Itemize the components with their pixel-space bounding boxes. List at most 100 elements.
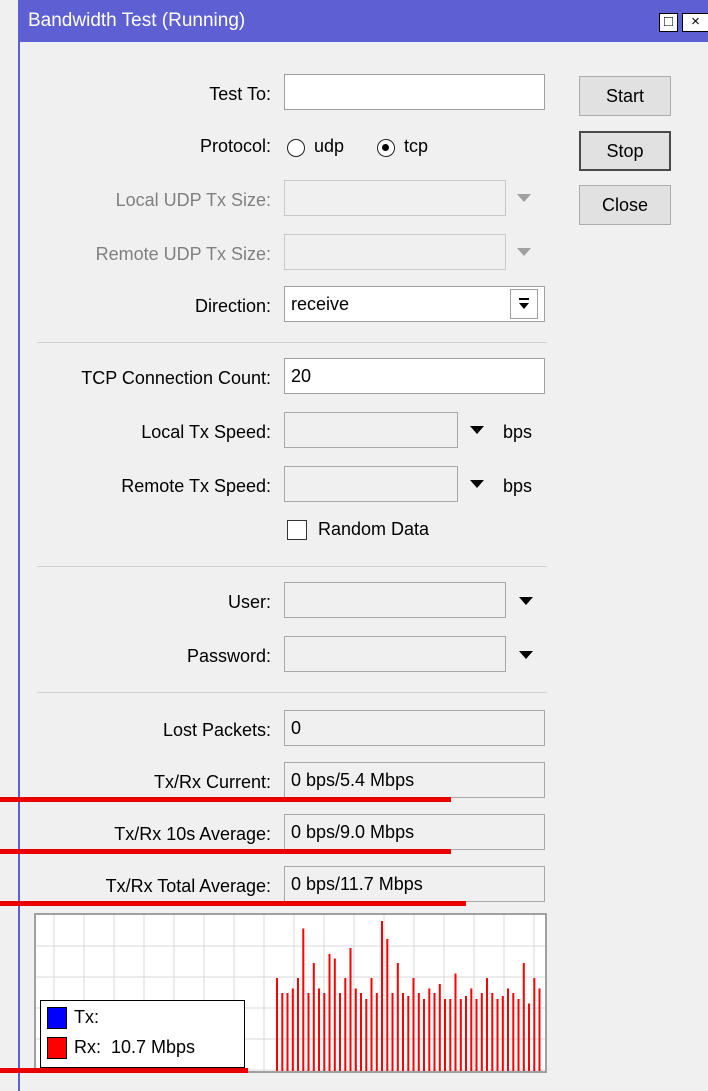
rx-bar [370, 978, 373, 1071]
rx-bar [480, 993, 483, 1071]
rx-bar [375, 993, 378, 1071]
rx-bar [491, 993, 494, 1071]
tx-legend-swatch [47, 1007, 67, 1029]
stop-button[interactable]: Stop [579, 131, 671, 171]
tx-rx-10s-average-label: Tx/Rx 10s Average: [114, 824, 271, 844]
chevron-down-icon [519, 298, 529, 309]
direction-label: Direction: [194, 296, 271, 316]
tx-rx-current-label: Tx/Rx Current: [153, 772, 271, 792]
remote-udp-tx-size-input [284, 234, 506, 270]
lost-packets-label: Lost Packets: [162, 720, 271, 740]
remote-tx-speed-input[interactable] [284, 466, 458, 502]
local-udp-tx-size-label: Local UDP Tx Size: [115, 190, 271, 210]
close-window-icon[interactable]: × [682, 13, 708, 32]
title-bar[interactable]: Bandwidth Test (Running) □ × [18, 0, 708, 42]
remote-udp-tx-size-dropdown-icon [517, 248, 531, 256]
password-dropdown-icon[interactable] [519, 651, 533, 659]
annotation-underline [0, 797, 451, 802]
maximize-icon[interactable]: □ [659, 13, 678, 32]
separator [37, 342, 547, 343]
rx-bar [507, 988, 509, 1071]
direction-value: receive [291, 294, 350, 314]
rx-bar [470, 988, 473, 1071]
rx-bar [475, 999, 478, 1071]
local-tx-speed-dropdown-icon[interactable] [470, 426, 484, 434]
rx-bar [276, 978, 278, 1071]
annotation-underline [0, 901, 466, 906]
local-udp-tx-size-input [284, 180, 506, 216]
rx-bar [291, 988, 294, 1071]
protocol-udp-radio[interactable] [287, 139, 305, 157]
tcp-connection-count-label: TCP Connection Count: [81, 368, 271, 388]
direction-select[interactable]: receive [284, 286, 545, 322]
local-udp-tx-size-dropdown-icon [517, 194, 531, 202]
rx-legend-label: Rx: [74, 1037, 101, 1057]
rx-bar [365, 999, 368, 1071]
rx-bar [428, 988, 431, 1071]
rx-bar [528, 1003, 530, 1071]
rx-bar [333, 958, 336, 1071]
local-tx-speed-unit: bps [503, 422, 533, 442]
remote-udp-tx-size-label: Remote UDP Tx Size: [95, 244, 271, 264]
rx-bar [449, 999, 452, 1071]
rx-bar [354, 988, 357, 1071]
test-to-label: Test To: [209, 84, 271, 104]
rx-bar [396, 963, 399, 1071]
rx-legend-value: 10.7 Mbps [111, 1037, 196, 1057]
rx-bar [381, 921, 383, 1071]
protocol-udp-label[interactable]: udp [314, 136, 344, 157]
rx-bar [391, 993, 394, 1071]
local-tx-speed-label: Local Tx Speed: [141, 422, 271, 442]
direction-dropdown-button[interactable] [510, 289, 538, 319]
separator [37, 566, 547, 567]
rx-bar [522, 963, 525, 1071]
annotation-underline [0, 849, 451, 854]
rx-bar [486, 978, 488, 1071]
test-to-input[interactable] [284, 74, 545, 110]
separator [37, 692, 547, 693]
lost-packets-value: 0 [284, 710, 545, 746]
window-title: Bandwidth Test (Running) [28, 10, 246, 31]
rx-bar [407, 996, 410, 1071]
random-data-checkbox[interactable] [287, 520, 307, 540]
bandwidth-test-window: Bandwidth Test (Running) □ × Start Stop … [0, 0, 708, 1091]
rx-bar [344, 978, 347, 1071]
rx-bar [349, 948, 352, 1071]
radio-selected-dot [382, 144, 389, 151]
rx-bar [496, 999, 499, 1071]
password-label: Password: [186, 646, 271, 666]
rx-bar [533, 978, 536, 1071]
rx-bar [339, 993, 341, 1071]
rx-bar [323, 993, 326, 1071]
local-tx-speed-input[interactable] [284, 412, 458, 448]
rx-legend-swatch [47, 1037, 67, 1059]
user-label: User: [227, 592, 271, 612]
password-input[interactable] [284, 636, 506, 672]
rx-bar [281, 993, 284, 1071]
tx-rx-current-value: 0 bps/5.4 Mbps [284, 762, 545, 798]
rx-bar [454, 973, 457, 1071]
protocol-tcp-radio[interactable] [377, 139, 395, 157]
tx-legend-label: Tx: [74, 1007, 99, 1027]
rx-bar [412, 978, 415, 1071]
rx-bar [386, 939, 389, 1071]
remote-tx-speed-label: Remote Tx Speed: [121, 476, 271, 496]
rx-bar [286, 993, 289, 1071]
tx-rx-total-average-label: Tx/Rx Total Average: [105, 876, 271, 896]
remote-tx-speed-unit: bps [503, 476, 533, 496]
user-input[interactable] [284, 582, 506, 618]
rx-bar [512, 993, 515, 1071]
rx-bar [312, 963, 315, 1071]
rx-bar [360, 993, 362, 1071]
user-dropdown-icon[interactable] [519, 597, 533, 605]
rx-bar [402, 993, 404, 1071]
rx-bar [538, 988, 541, 1071]
close-button[interactable]: Close [579, 185, 671, 225]
protocol-tcp-label[interactable]: tcp [404, 136, 428, 157]
random-data-label[interactable]: Random Data [318, 519, 429, 540]
tx-rx-total-average-value: 0 bps/11.7 Mbps [284, 866, 545, 902]
remote-tx-speed-dropdown-icon[interactable] [470, 480, 484, 488]
start-button[interactable]: Start [579, 76, 671, 116]
tcp-connection-count-input[interactable]: 20 [284, 358, 545, 394]
graph-legend: Tx: Rx: 10.7 Mbps [40, 1000, 245, 1068]
